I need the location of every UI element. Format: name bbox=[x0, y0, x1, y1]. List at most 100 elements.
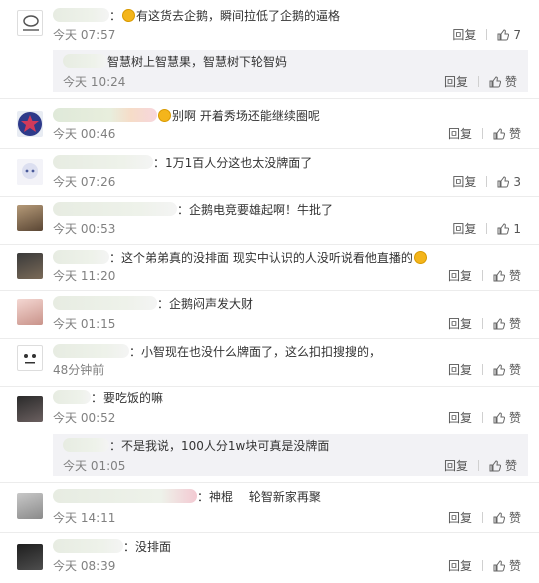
comment-colon: ： bbox=[91, 391, 104, 405]
comment-text: 小智现在也没什么牌面了，这么扣扣搜搜的， bbox=[141, 345, 382, 359]
username[interactable] bbox=[53, 296, 157, 310]
avatar[interactable] bbox=[17, 299, 43, 325]
avatar[interactable] bbox=[17, 544, 43, 570]
like-count: 3 bbox=[513, 175, 521, 189]
like-button[interactable]: 赞 bbox=[493, 411, 521, 425]
like-count: 赞 bbox=[504, 75, 517, 89]
divider bbox=[481, 412, 483, 423]
reply-line: 智慧树上智慧果，智慧树下轮智妈 bbox=[63, 53, 287, 71]
thumbs-up-icon bbox=[489, 76, 501, 88]
comment-actions: 回复 7 bbox=[452, 28, 521, 42]
comment-line: ：企鹅电竞要雄起啊！牛批了 bbox=[53, 201, 333, 219]
comment-time: 今天 07:57 bbox=[53, 28, 116, 42]
like-button[interactable]: 赞 bbox=[489, 459, 517, 473]
divider bbox=[477, 76, 479, 87]
thumbs-up-icon bbox=[493, 412, 505, 424]
thumbs-up-icon bbox=[493, 512, 505, 524]
avatar[interactable] bbox=[17, 493, 43, 519]
comment-colon: ： bbox=[177, 203, 190, 217]
like-count: 赞 bbox=[508, 269, 521, 283]
thumbs-up-icon bbox=[493, 128, 505, 140]
comment-item: ：没排面 今天 08:39 回复 赞 bbox=[0, 532, 539, 583]
avatar[interactable] bbox=[17, 253, 43, 279]
avatar[interactable] bbox=[17, 345, 43, 371]
comment-item: ：神棍 轮智新家再聚 今天 14:11 回复 赞 bbox=[0, 482, 539, 533]
thumbs-up-icon bbox=[489, 460, 501, 472]
emoji-icon bbox=[122, 9, 136, 22]
avatar[interactable] bbox=[17, 396, 43, 422]
comment-text: 智慧树上智慧果，智慧树下轮智妈 bbox=[107, 55, 288, 69]
like-count: 7 bbox=[513, 28, 521, 42]
comment-line: ：1万1百人分这也太没牌面了 bbox=[53, 154, 312, 172]
reply-button[interactable]: 回复 bbox=[452, 28, 476, 42]
like-button[interactable]: 赞 bbox=[493, 511, 521, 525]
reply-box: 智慧树上智慧果，智慧树下轮智妈 今天 10:24 回复 赞 bbox=[53, 50, 528, 92]
comment-text: 这个弟弟真的没排面 现实中认识的人没听说看他直播的 bbox=[121, 251, 413, 265]
reply-button[interactable]: 回复 bbox=[448, 411, 472, 425]
reply-button[interactable]: 回复 bbox=[448, 317, 472, 331]
username[interactable] bbox=[53, 250, 109, 264]
comment-text: 1万1百人分这也太没牌面了 bbox=[165, 156, 313, 170]
comment-item: ：要吃饭的嘛 今天 00:52 回复赞 ：不是我说，100人分1w块可真是没牌面… bbox=[0, 386, 539, 483]
username[interactable] bbox=[63, 438, 109, 452]
comment-text: 企鹅闷声发大财 bbox=[169, 297, 254, 311]
username[interactable] bbox=[53, 539, 123, 553]
divider bbox=[481, 560, 483, 571]
comment-time: 今天 11:20 bbox=[53, 269, 116, 283]
like-button[interactable]: 3 bbox=[497, 175, 521, 189]
reply-button[interactable]: 回复 bbox=[444, 75, 468, 89]
reply-button[interactable]: 回复 bbox=[452, 175, 476, 189]
comment-text: 有这货去企鹅，瞬间拉低了企鹅的逼格 bbox=[136, 9, 341, 23]
comment-actions: 回复 赞 bbox=[448, 269, 521, 283]
divider bbox=[481, 512, 483, 523]
reply-box: ：不是我说，100人分1w块可真是没牌面 今天 01:05 回复 赞 bbox=[53, 434, 528, 476]
username[interactable] bbox=[53, 8, 109, 22]
reply-button[interactable]: 回复 bbox=[448, 269, 472, 283]
comment-actions: 回复 赞 bbox=[444, 459, 517, 473]
avatar[interactable] bbox=[17, 111, 43, 137]
comment-line: ：神棍 轮智新家再聚 bbox=[53, 488, 321, 506]
username[interactable] bbox=[53, 390, 91, 404]
thumbs-up-icon bbox=[497, 29, 510, 41]
username[interactable] bbox=[53, 202, 177, 216]
divider bbox=[486, 176, 488, 187]
comment-time: 今天 00:53 bbox=[53, 222, 116, 236]
like-button[interactable]: 赞 bbox=[489, 75, 517, 89]
like-button[interactable]: 赞 bbox=[493, 127, 521, 141]
like-button[interactable]: 赞 bbox=[493, 317, 521, 331]
username[interactable] bbox=[53, 155, 153, 169]
comment-text: 神棍 轮智新家再聚 bbox=[209, 490, 321, 504]
like-button[interactable]: 1 bbox=[497, 222, 521, 236]
comment-time: 今天 08:39 bbox=[53, 559, 116, 573]
reply-button[interactable]: 回复 bbox=[448, 127, 472, 141]
divider bbox=[481, 318, 483, 329]
reply-button[interactable]: 回复 bbox=[448, 363, 472, 377]
username[interactable] bbox=[63, 54, 107, 68]
username[interactable] bbox=[53, 489, 197, 503]
reply-button[interactable]: 回复 bbox=[452, 222, 476, 236]
avatar[interactable] bbox=[17, 10, 43, 36]
like-count: 赞 bbox=[508, 363, 521, 377]
comment-actions: 回复 赞 bbox=[448, 317, 521, 331]
avatar[interactable] bbox=[17, 159, 43, 185]
like-button[interactable]: 赞 bbox=[493, 269, 521, 283]
reply-line: ：不是我说，100人分1w块可真是没牌面 bbox=[63, 437, 329, 455]
comment-actions: 回复 3 bbox=[452, 175, 521, 189]
comment-actions: 回复 1 bbox=[452, 222, 521, 236]
comment-time: 今天 14:11 bbox=[53, 511, 116, 525]
comment-line: 别啊 开着秀场还能继续圈呢 bbox=[53, 107, 320, 125]
like-count: 赞 bbox=[508, 411, 521, 425]
username[interactable] bbox=[53, 108, 157, 122]
reply-button[interactable]: 回复 bbox=[448, 511, 472, 525]
like-button[interactable]: 赞 bbox=[493, 363, 521, 377]
reply-button[interactable]: 回复 bbox=[448, 559, 472, 573]
like-button[interactable]: 赞 bbox=[493, 559, 521, 573]
comment-line: ：要吃饭的嘛 bbox=[53, 389, 163, 407]
avatar[interactable] bbox=[17, 205, 43, 231]
comment-time: 今天 00:46 bbox=[53, 127, 116, 141]
like-button[interactable]: 7 bbox=[497, 28, 521, 42]
username[interactable] bbox=[53, 344, 129, 358]
thumbs-up-icon bbox=[493, 270, 505, 282]
comment-text: 不是我说，100人分1w块可真是没牌面 bbox=[121, 439, 330, 453]
reply-button[interactable]: 回复 bbox=[444, 459, 468, 473]
